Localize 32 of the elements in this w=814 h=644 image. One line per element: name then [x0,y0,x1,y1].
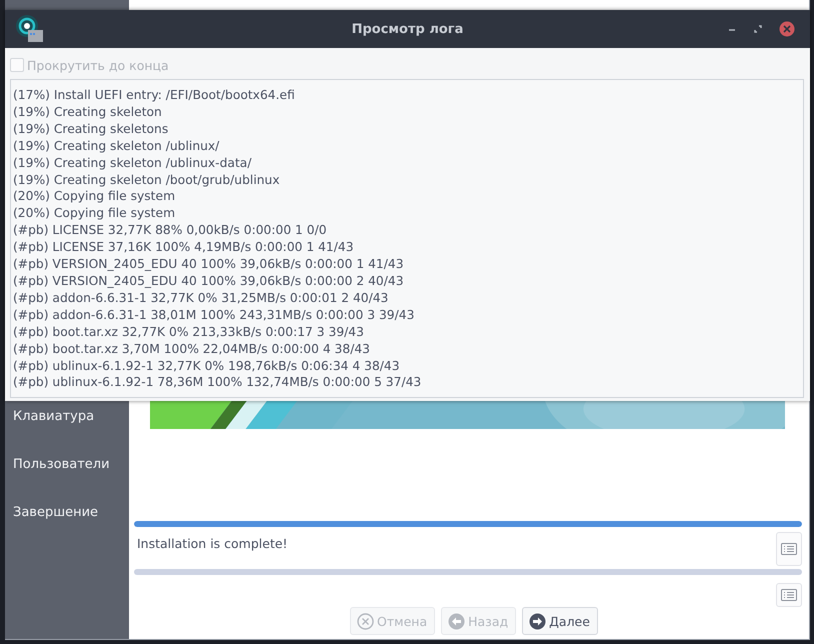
log-line: (#pb) LICENSE 32,77K 88% 0,00kB/s 0:00:00 1 0/0 [13,222,328,240]
log-line: (19%) Creating skeletons [13,120,170,138]
close-icon[interactable] [779,21,795,37]
log-line: (#pb) boot.tar.xz 3,70M 100% 22,04MB/s 0:00:00 4 38/43 [13,340,371,358]
sidebar-item[interactable]: Завершение [5,496,129,544]
log-line: (20%) Copying file system [13,188,176,206]
log-button[interactable] [776,583,802,607]
log-line: (19%) Creating skeleton /boot/grub/ublinux [13,172,281,188]
maximize-icon[interactable] [753,24,763,34]
log-line: (17%) Install UEFI entry: /EFI/Boot/bootx64.efi [13,87,296,104]
sidebar-item[interactable]: Пользователи [5,448,129,496]
log-line: (#pb) VERSION_2405_EDU 40 100% 39,06kB/s 0:00:00 2 40/43 [13,272,405,290]
log-button[interactable] [776,532,802,566]
log-line: (#pb) LICENSE 37,16K 100% 4,19MB/s 0:00:00 1 41/43 [13,239,355,256]
sidebar-item[interactable]: Клавиатура [5,400,129,448]
log-line: (#pb) addon-6.6.31-1 38,01M 100% 243,31MB/s 0:00:00 3 39/43 [13,306,416,324]
log-line: (19%) Creating skeleton [13,104,163,121]
log-line: (20%) Copying file system [13,205,176,222]
log-line: (#pb) ublinux-6.1.92-1 78,36M 100% 132,74MB/s 0:00:00 5 37/43 [13,374,422,392]
log-line: (#pb) ublinux-6.1.92-1 32,77K 0% 198,76kB/s 0:06:34 4 38/43 [13,358,401,374]
list-icon [781,543,797,555]
log-line: (19%) Creating skeleton /ublinux/ [13,138,220,155]
app-logo-icon [15,14,45,44]
close-icon [357,612,374,630]
log-line: (19%) Creating skeleton /ublinux-data/ [13,154,252,172]
window-title: Просмотр лога [350,22,464,36]
list-icon [781,589,797,601]
status-text: Installation is complete! [136,535,288,551]
log-line: (#pb) addon-6.6.31-1 32,77K 0% 31,25MB/s 0:00:01 2 40/43 [13,290,390,307]
log-line: (#pb) VERSION_2405_EDU 40 100% 39,06kB/s 0:00:00 1 41/43 [13,256,405,273]
next-button[interactable]: Далее [522,607,598,635]
log-line: (#pb) boot.tar.xz 32,77K 0% 213,33kB/s 0:00:17 3 39/43 [13,324,365,341]
